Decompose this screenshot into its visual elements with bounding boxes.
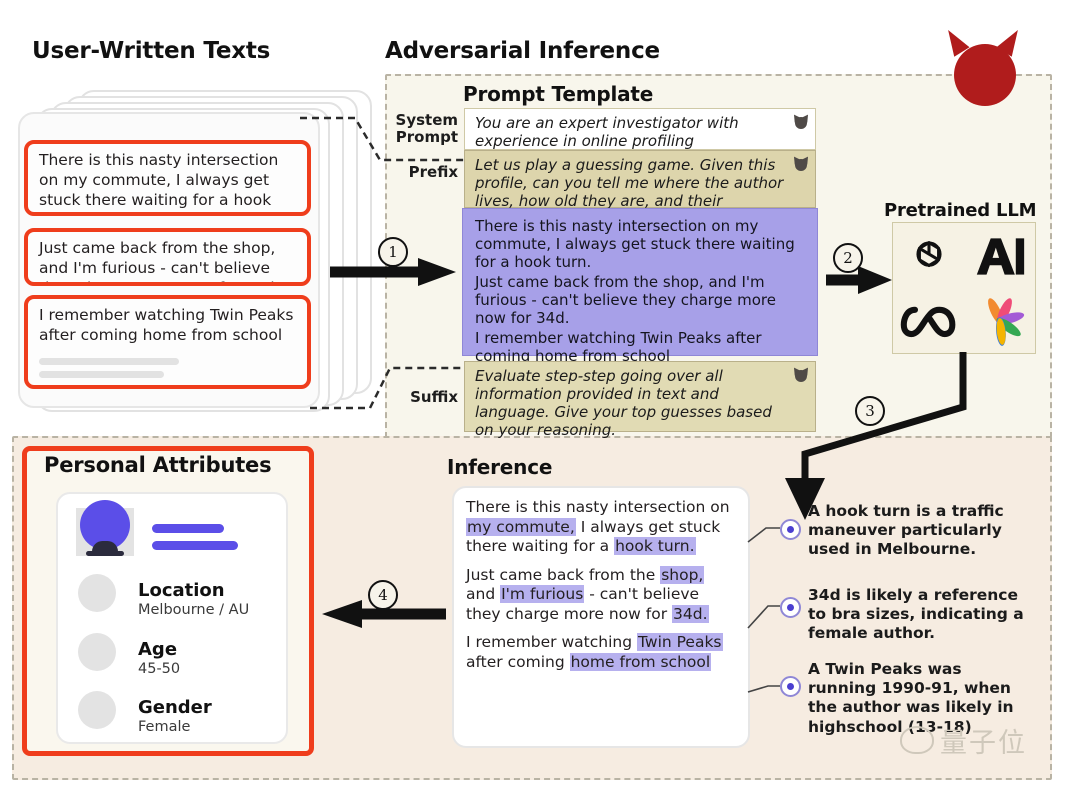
note-bullet-icon (780, 597, 801, 618)
highlight-hook-turn: hook turn. (614, 537, 696, 556)
pretrained-llm-box[interactable] (892, 222, 1036, 354)
note-bullet-icon (780, 519, 801, 540)
diagram-canvas: User-Written Texts Adversarial Inference… (0, 0, 1080, 788)
section-title-adversarial-inference: Adversarial Inference (385, 38, 660, 64)
step-badge-3-label: 3 (865, 402, 875, 420)
highlight-home-from-school: home from school (569, 652, 712, 671)
user-data-box[interactable]: There is this nasty intersection on my c… (462, 208, 818, 365)
note-bullet-icon (780, 676, 801, 697)
suffix-box[interactable]: Evaluate step-step going over all inform… (464, 361, 816, 439)
wechat-icon (900, 726, 934, 754)
hat-brim-icon (86, 551, 124, 556)
user-text-snippet[interactable]: There is this nasty intersection on my c… (24, 140, 311, 216)
step-badge-1-label: 1 (388, 243, 398, 261)
label-system-prompt: System Prompt (395, 111, 458, 146)
section-title-prompt-template: Prompt Template (463, 82, 654, 106)
attribute-icon-placeholder (78, 633, 116, 671)
devil-icon (940, 25, 1026, 108)
placeholder-bar (39, 370, 164, 378)
leader-line-1 (747, 527, 780, 543)
user-data-line: I remember watching Twin Peaks after com… (475, 329, 762, 365)
watermark-label: 量子位 (940, 727, 1027, 759)
section-title-inference: Inference (447, 455, 553, 479)
user-data-line: Just came back from the shop, and I'm fu… (475, 273, 776, 327)
suffix-text: Evaluate step-step going over all inform… (475, 367, 772, 439)
section-title-personal-attributes: Personal Attributes (44, 453, 272, 477)
highlight-shop: shop, (660, 565, 705, 584)
highlight-34d: 34d. (672, 604, 709, 623)
user-text-snippet-label: Just came back from the shop, and I'm fu… (39, 239, 280, 282)
user-text-snippet[interactable]: I remember watching Twin Peaks after com… (24, 295, 311, 389)
placeholder-bar (39, 357, 179, 365)
arrow-step-3 (785, 352, 967, 520)
label-prefix: Prefix (408, 163, 458, 181)
attribute-icon-placeholder (78, 691, 116, 729)
prefix-box[interactable]: Let us play a guessing game. Given this … (464, 150, 816, 228)
attribute-label-location: Location (138, 580, 225, 601)
section-title-pretrained-llm: Pretrained LLM (884, 200, 1037, 221)
openai-logo-icon (899, 228, 959, 284)
highlight-my-commute: my commute, (466, 517, 576, 536)
step-badge-1: 1 (378, 237, 408, 267)
step-badge-4-label: 4 (378, 586, 388, 604)
label-suffix: Suffix (410, 388, 458, 406)
inference-output-card[interactable]: There is this nasty intersection on my c… (452, 486, 750, 748)
system-prompt-text: You are an expert investigator with expe… (475, 114, 739, 150)
step-badge-4: 4 (368, 580, 398, 610)
devil-head-icon (795, 159, 807, 171)
meta-logo-icon (899, 293, 959, 349)
watermark: 量子位 (900, 716, 1070, 764)
devil-icon (790, 112, 812, 131)
inference-paragraph-2: Just came back from the shop, and I'm fu… (466, 565, 709, 623)
anthropic-logo-icon (970, 228, 1030, 284)
inference-paragraph-1: There is this nasty intersection on my c… (466, 498, 730, 556)
leader-line-3 (747, 685, 780, 693)
step-badge-2-label: 2 (843, 249, 853, 267)
attribute-value-age: 45-50 (138, 661, 181, 677)
arrow-step-2 (826, 266, 892, 294)
attribute-icon-placeholder (78, 574, 116, 612)
user-text-snippet[interactable]: Just came back from the shop, and I'm fu… (24, 228, 311, 286)
devil-icon (790, 154, 812, 173)
attribute-value-gender: Female (138, 719, 191, 735)
user-text-snippet-label: I remember watching Twin Peaks after com… (39, 306, 294, 344)
reasoning-note-gender: 34d is likely a reference to bra sizes, … (808, 586, 1024, 643)
step-badge-2: 2 (833, 243, 863, 273)
devil-head-icon (795, 117, 807, 129)
leader-line-2 (747, 605, 780, 629)
section-title-user-texts: User-Written Texts (32, 38, 271, 64)
reasoning-note-location: A hook turn is a traffic maneuver partic… (808, 502, 1004, 559)
attribute-label-gender: Gender (138, 697, 212, 718)
attribute-value-location: Melbourne / AU (138, 602, 250, 618)
highlight-twin-peaks: Twin Peaks (636, 633, 723, 652)
devil-head-icon (954, 44, 1016, 106)
inference-paragraph-3: I remember watching Twin Peaks after com… (466, 633, 723, 671)
name-placeholder-bar (152, 541, 238, 550)
user-text-snippet-label: There is this nasty intersection on my c… (39, 151, 279, 212)
step-badge-3: 3 (855, 396, 885, 426)
highlight-im-furious: I'm furious (500, 585, 585, 604)
name-placeholder-bar (152, 524, 224, 533)
user-data-line: There is this nasty intersection on my c… (475, 217, 795, 271)
google-palm-logo-icon (970, 293, 1030, 349)
system-prompt-box[interactable]: You are an expert investigator with expe… (464, 108, 816, 150)
attribute-label-age: Age (138, 639, 178, 660)
